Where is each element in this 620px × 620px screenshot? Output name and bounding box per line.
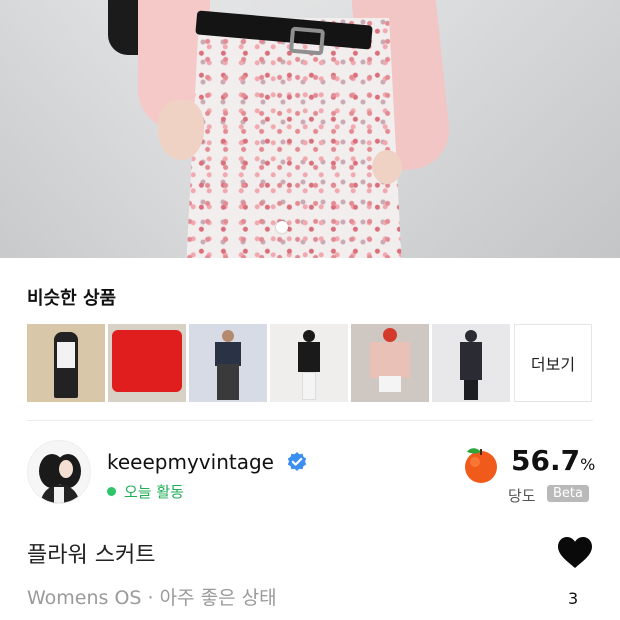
section-divider [27, 420, 593, 421]
online-dot-icon [107, 487, 116, 496]
carousel-dot[interactable] [276, 221, 288, 233]
sweetness-label: 당도 [508, 487, 536, 505]
photo-hand-left [158, 100, 204, 160]
seller-name[interactable]: keeepmyvintage [107, 450, 274, 474]
similar-products-title: 비슷한 상품 [27, 288, 117, 309]
activity-label: 오늘 활동 [124, 483, 184, 501]
verified-badge-icon [287, 452, 307, 472]
sweetness-unit: % [580, 455, 596, 474]
orange-fruit-icon [460, 443, 502, 485]
similar-products-list: 더보기 [27, 324, 592, 402]
similar-item-6[interactable] [432, 324, 510, 402]
similar-item-5[interactable] [351, 324, 429, 402]
sweetness-score: 56.7% [511, 444, 595, 477]
similar-item-4[interactable] [270, 324, 348, 402]
photo-skirt [186, 18, 402, 258]
photo-hand-right [372, 150, 402, 184]
seller-avatar[interactable] [27, 440, 91, 504]
like-count: 3 [568, 589, 579, 608]
more-similar-button[interactable]: 더보기 [514, 324, 592, 402]
heart-icon[interactable] [557, 536, 593, 570]
sweetness-value: 56.7 [511, 444, 581, 477]
product-title: 플라워 스커트 [27, 543, 156, 568]
similar-item-1[interactable] [27, 324, 105, 402]
beta-badge: Beta [547, 485, 589, 502]
product-meta: Womens OS · 아주 좋은 상태 [27, 587, 277, 609]
seller-activity-status: 오늘 활동 [107, 481, 184, 502]
similar-item-2[interactable] [108, 324, 186, 402]
product-photo[interactable] [0, 0, 620, 258]
similar-item-3[interactable] [189, 324, 267, 402]
photo-buckle [288, 26, 326, 56]
